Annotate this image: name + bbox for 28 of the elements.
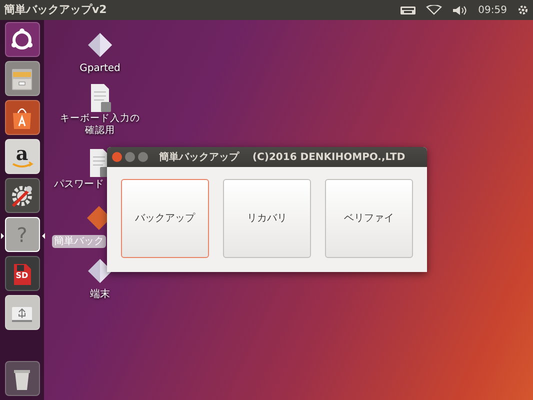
icon-label: Gparted [78,62,122,75]
settings-icon[interactable] [4,178,40,213]
focus-indicator [0,233,4,239]
file-cabinet-icon[interactable] [4,61,40,96]
action-button[interactable]: リカバリ [223,179,311,258]
wifi-icon [426,5,442,15]
volume-icon [452,4,468,16]
keyboard-icon [400,6,416,14]
shopping-bag-icon[interactable] [4,100,40,135]
ubuntu-logo-icon[interactable] [4,22,40,57]
minimize-button[interactable] [125,152,135,162]
action-button[interactable]: バックアップ [121,179,209,258]
clock-text: 09:59 [478,4,507,18]
usb-drive-icon[interactable] [4,295,40,330]
icon-label: 簡単バック [52,235,106,248]
icon-label: キーボード入力の確認用 [59,113,141,138]
action-button[interactable]: ベリファイ [325,179,413,258]
sd-card-icon[interactable]: SD [4,256,40,291]
settings-icon [517,4,529,16]
close-button[interactable] [112,152,122,162]
icon-label: 端末 [89,288,111,301]
icon-label: パスワード [53,178,105,191]
trash-icon[interactable] [4,361,40,396]
maximize-button[interactable] [138,152,148,162]
amazon-icon[interactable]: a [4,139,40,174]
focus-indicator [42,233,44,239]
window-title: 簡単バックアップ (C)2016 DENKIHOMPO.,LTD [159,150,406,164]
app-title: 簡単バックアップv2 [4,2,107,18]
